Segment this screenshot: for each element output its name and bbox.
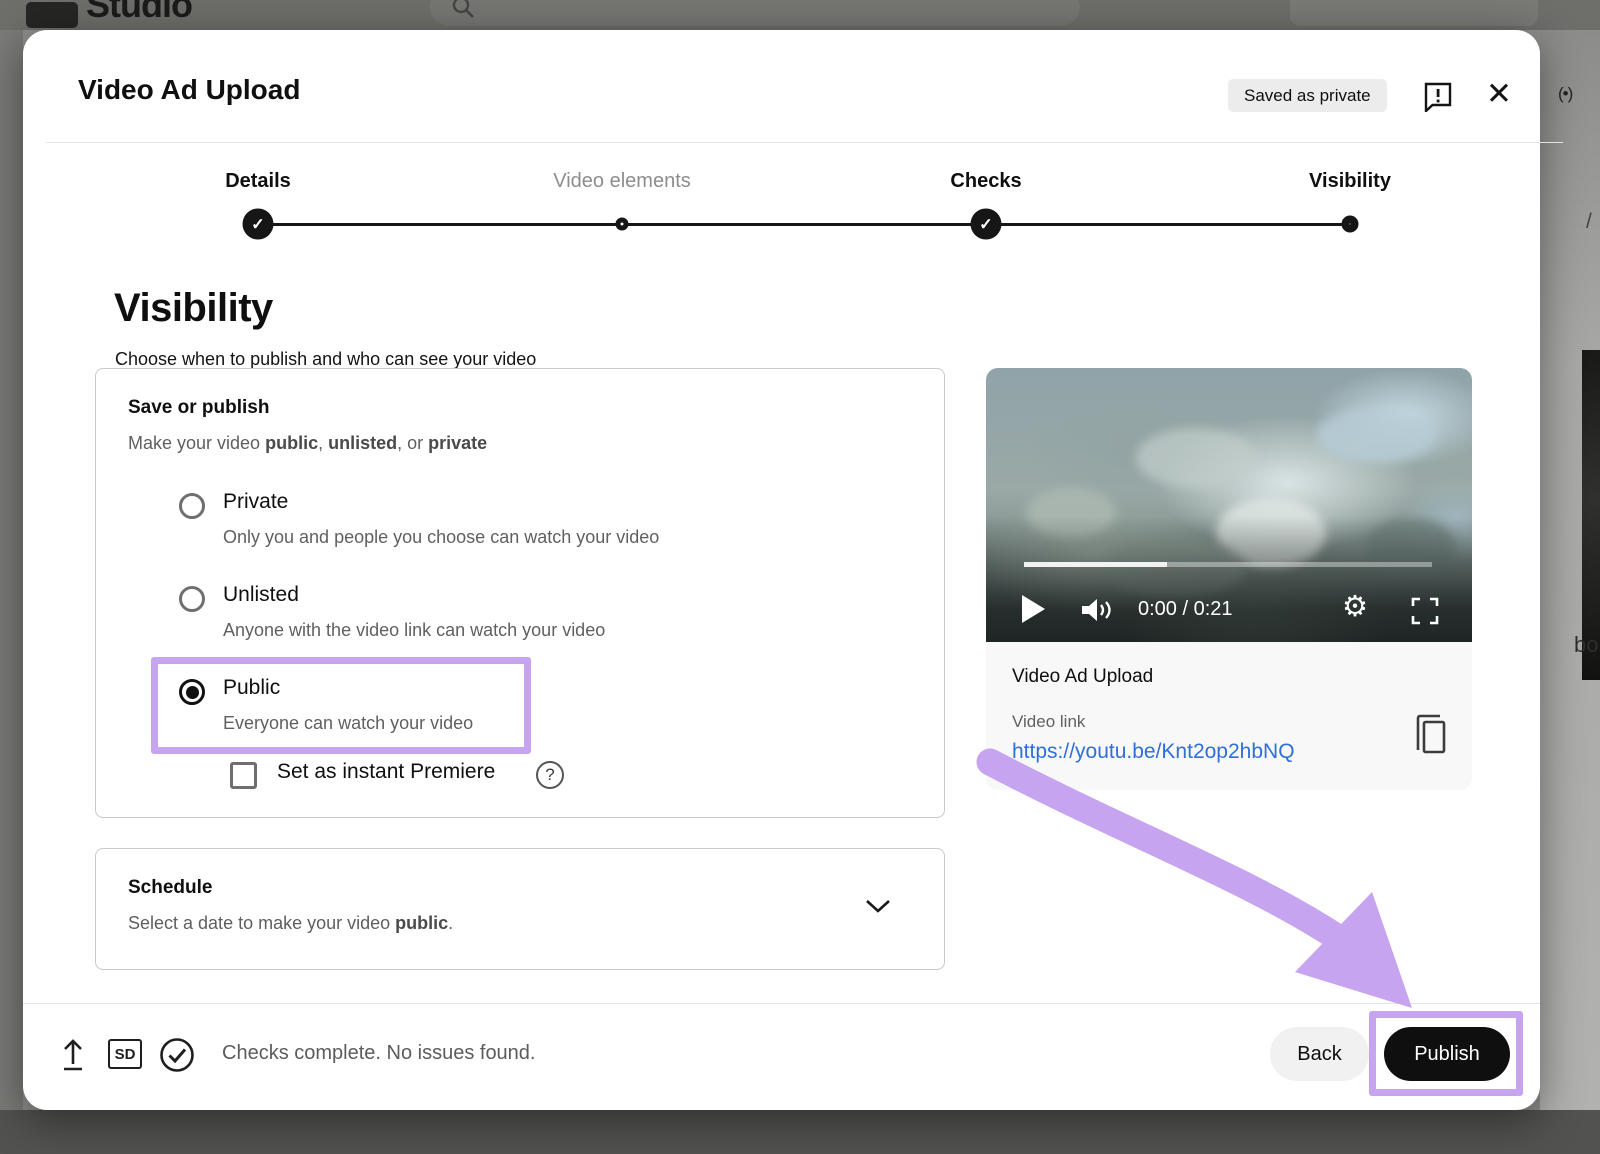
preview-video-title: Video Ad Upload bbox=[1012, 666, 1153, 688]
save-or-publish-title: Save or publish bbox=[128, 397, 269, 419]
step-details[interactable]: Details bbox=[225, 170, 291, 193]
public-option-highlight bbox=[151, 657, 531, 754]
video-link-label: Video link bbox=[1012, 712, 1085, 732]
public-option-label[interactable]: Public bbox=[223, 676, 280, 700]
background-search-bar bbox=[430, 0, 1080, 26]
video-link-url[interactable]: https://youtu.be/Knt2op2hbNQ bbox=[1012, 740, 1295, 764]
unlisted-option-label[interactable]: Unlisted bbox=[223, 583, 299, 607]
background-topbar: Studio bbox=[0, 0, 1600, 30]
checks-complete-icon bbox=[158, 1036, 196, 1074]
back-button[interactable]: Back bbox=[1270, 1027, 1369, 1081]
screen: Studio (•) / bo Video Ad Upload Saved as… bbox=[0, 0, 1600, 1154]
instant-premiere-label[interactable]: Set as instant Premiere bbox=[277, 760, 495, 784]
video-progress-bar[interactable] bbox=[1024, 562, 1432, 567]
chevron-down-icon[interactable] bbox=[864, 897, 892, 915]
copy-icon[interactable] bbox=[1410, 712, 1450, 760]
save-or-publish-subtitle: Make your video public, unlisted, or pri… bbox=[128, 433, 487, 454]
step-visibility[interactable]: Visibility bbox=[1309, 170, 1391, 193]
public-radio-selected[interactable] bbox=[179, 679, 205, 705]
schedule-subtitle: Select a date to make your video public. bbox=[128, 913, 453, 934]
instant-premiere-checkbox[interactable] bbox=[230, 762, 257, 789]
background-account-area bbox=[1290, 0, 1538, 26]
footer-divider bbox=[23, 1003, 1540, 1004]
background-text-fragment: bo bbox=[1574, 632, 1598, 658]
private-option-label[interactable]: Private bbox=[223, 490, 288, 514]
premiere-help-icon[interactable]: ? bbox=[536, 761, 564, 789]
step-details-check-icon[interactable]: ✓ bbox=[243, 209, 274, 240]
upload-icon bbox=[58, 1036, 88, 1072]
background-bottom-strip bbox=[0, 1110, 1600, 1154]
video-player[interactable]: 0:00 / 0:21 ⚙ bbox=[986, 368, 1472, 642]
background-photo-fragment bbox=[1582, 350, 1600, 680]
search-icon bbox=[450, 0, 476, 20]
unlisted-radio[interactable] bbox=[179, 586, 205, 612]
send-feedback-icon[interactable] bbox=[1422, 80, 1454, 112]
volume-icon[interactable] bbox=[1080, 596, 1116, 624]
fullscreen-icon[interactable] bbox=[1410, 596, 1440, 626]
private-radio[interactable] bbox=[179, 493, 205, 519]
youtube-logo bbox=[26, 2, 78, 28]
unlisted-option-desc: Anyone with the video link can watch you… bbox=[223, 620, 605, 641]
stepper-line bbox=[258, 223, 1350, 226]
private-option-desc: Only you and people you choose can watch… bbox=[223, 527, 659, 548]
background-left-strip bbox=[0, 30, 23, 1110]
background-slash-fragment: / bbox=[1586, 210, 1592, 234]
schedule-card[interactable]: Schedule Select a date to make your vide… bbox=[95, 848, 945, 970]
step-checks-check-icon[interactable]: ✓ bbox=[971, 209, 1002, 240]
settings-icon[interactable]: ⚙ bbox=[1342, 589, 1368, 624]
step-checks[interactable]: Checks bbox=[950, 170, 1021, 193]
studio-logo-text: Studio bbox=[86, 0, 192, 26]
step-video-elements-dot[interactable] bbox=[616, 218, 629, 231]
public-option-desc: Everyone can watch your video bbox=[223, 713, 473, 734]
page-subtitle: Choose when to publish and who can see y… bbox=[115, 349, 536, 370]
saved-as-private-badge: Saved as private bbox=[1228, 79, 1387, 112]
player-controls-shade bbox=[986, 516, 1472, 642]
video-info-panel: Video Ad Upload Video link https://youtu… bbox=[986, 642, 1472, 790]
save-or-publish-card: Save or publish Make your video public, … bbox=[95, 368, 945, 818]
header-divider bbox=[46, 142, 1563, 143]
background-live-icon: (•) bbox=[1558, 84, 1572, 104]
close-icon[interactable]: ✕ bbox=[1481, 76, 1517, 112]
step-visibility-dot[interactable] bbox=[1342, 216, 1359, 233]
play-icon[interactable] bbox=[1022, 595, 1045, 623]
step-video-elements[interactable]: Video elements bbox=[553, 170, 691, 193]
dialog-title: Video Ad Upload bbox=[78, 74, 300, 106]
page-title: Visibility bbox=[114, 286, 273, 331]
sd-quality-badge: SD bbox=[108, 1039, 142, 1069]
publish-button[interactable]: Publish bbox=[1384, 1027, 1510, 1081]
schedule-title: Schedule bbox=[128, 877, 212, 899]
checks-status-text: Checks complete. No issues found. bbox=[222, 1042, 536, 1065]
video-time: 0:00 / 0:21 bbox=[1138, 598, 1233, 621]
